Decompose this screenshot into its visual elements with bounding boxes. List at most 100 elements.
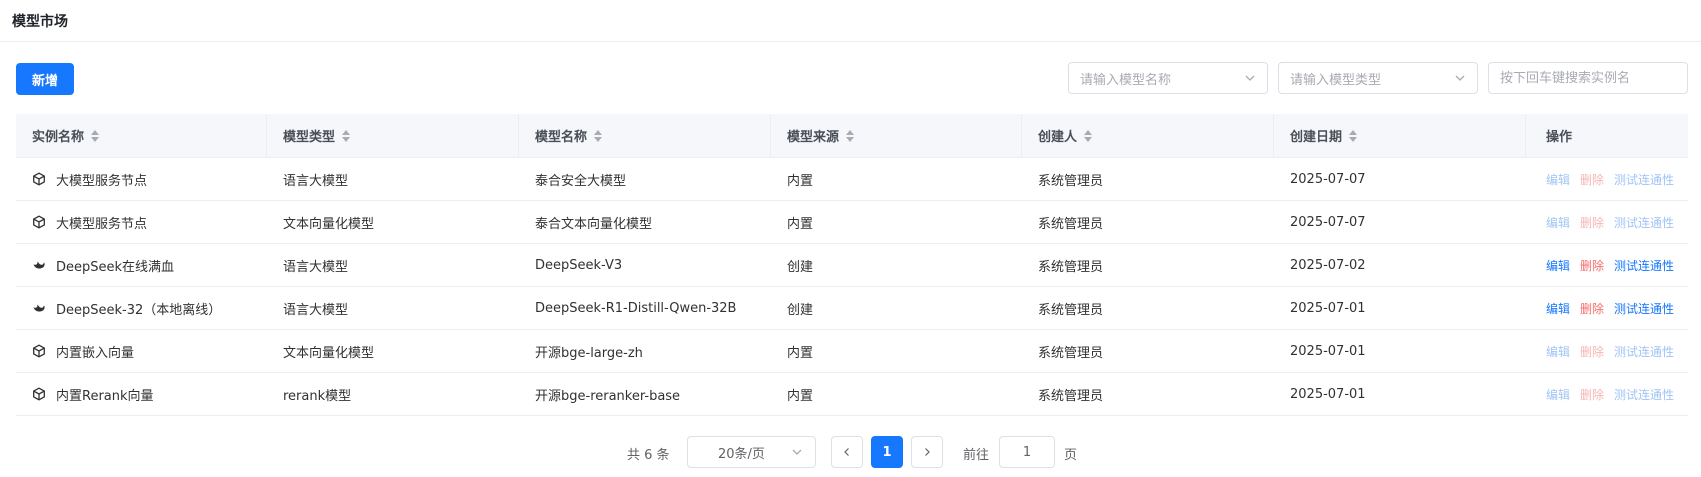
cell-source: 内置 [787, 173, 814, 189]
cell-actions: 编辑 删除 测试连通性 [1526, 201, 1688, 243]
model-name-select-placeholder: 请输入模型名称 [1080, 72, 1172, 88]
cell-creator: 系统管理员 [1038, 259, 1104, 275]
column-header-instance[interactable]: 实例名称 [16, 114, 267, 157]
cell-type: 语言大模型 [283, 302, 349, 318]
delete-link[interactable]: 删除 [1580, 300, 1604, 317]
chevron-down-icon [1455, 75, 1465, 81]
cell-type: 语言大模型 [283, 173, 349, 189]
prev-page-button[interactable] [831, 436, 863, 468]
table-row: 大模型服务节点 文本向量化模型 泰合文本向量化模型 内置 系统管理员 2025-… [16, 201, 1688, 244]
cell-date: 2025-07-07 [1290, 214, 1366, 230]
cube-icon [32, 172, 56, 186]
column-header-type[interactable]: 模型类型 [267, 114, 519, 157]
cell-date: 2025-07-01 [1290, 386, 1366, 402]
test-connectivity-link[interactable]: 测试连通性 [1614, 300, 1674, 317]
cell-model: DeepSeek-R1-Distill-Qwen-32B [535, 300, 737, 316]
table-body: 大模型服务节点 语言大模型 泰合安全大模型 内置 系统管理员 2025-07-0… [16, 158, 1688, 416]
test-connectivity-link[interactable]: 测试连通性 [1614, 214, 1674, 231]
sort-icon[interactable] [846, 129, 855, 142]
cell-instance: DeepSeek在线满血 [16, 244, 267, 286]
cell-model: 泰合文本向量化模型 [535, 216, 653, 232]
chevron-left-icon [844, 448, 849, 456]
page-number-button[interactable]: 1 [871, 436, 903, 468]
deepseek-whale-icon [32, 258, 56, 272]
test-connectivity-link[interactable]: 测试连通性 [1614, 257, 1674, 274]
cell-creator: 系统管理员 [1038, 173, 1104, 189]
test-connectivity-link[interactable]: 测试连通性 [1614, 343, 1674, 360]
delete-link[interactable]: 删除 [1580, 171, 1604, 188]
cell-date: 2025-07-01 [1290, 300, 1366, 316]
column-header-creator[interactable]: 创建人 [1022, 114, 1274, 157]
page-size-value: 20条/页 [718, 446, 765, 462]
goto-page-input[interactable] [999, 436, 1055, 468]
table-row: DeepSeek在线满血 语言大模型 DeepSeek-V3 创建 系统管理员 … [16, 244, 1688, 287]
chevron-down-icon [1245, 75, 1255, 81]
cell-date: 2025-07-07 [1290, 171, 1366, 187]
cube-icon [32, 344, 56, 358]
table-header: 实例名称 模型类型 模型名称 模型来源 创建人 创建日期 操作 [16, 114, 1688, 158]
cell-instance: 内置嵌入向量 [16, 330, 267, 372]
cell-creator: 系统管理员 [1038, 302, 1104, 318]
edit-link[interactable]: 编辑 [1546, 171, 1570, 188]
edit-link[interactable]: 编辑 [1546, 214, 1570, 231]
edit-link[interactable]: 编辑 [1546, 343, 1570, 360]
add-button[interactable]: 新增 [16, 63, 74, 95]
cell-model: 开源bge-large-zh [535, 345, 643, 361]
column-header-source[interactable]: 模型来源 [771, 114, 1022, 157]
cell-instance: 内置Rerank向量 [16, 373, 267, 415]
cell-instance: 大模型服务节点 [16, 201, 267, 243]
cell-instance: DeepSeek-32（本地离线） [16, 287, 267, 329]
cell-actions: 编辑 删除 测试连通性 [1526, 244, 1688, 286]
edit-link[interactable]: 编辑 [1546, 386, 1570, 403]
sort-icon[interactable] [594, 129, 603, 142]
test-connectivity-link[interactable]: 测试连通性 [1614, 171, 1674, 188]
model-type-select-placeholder: 请输入模型类型 [1290, 72, 1382, 88]
cell-actions: 编辑 删除 测试连通性 [1526, 287, 1688, 329]
cell-type: 文本向量化模型 [283, 345, 375, 361]
delete-link[interactable]: 删除 [1580, 257, 1604, 274]
cube-icon [32, 215, 56, 229]
goto-label: 前往 [963, 448, 990, 463]
pagination: 共 6 条 20条/页 1 前往 页 [0, 436, 1701, 468]
model-table: 实例名称 模型类型 模型名称 模型来源 创建人 创建日期 操作 大模型服务节点 … [16, 114, 1688, 416]
cell-actions: 编辑 删除 测试连通性 [1526, 330, 1688, 372]
sort-icon[interactable] [1084, 129, 1093, 142]
page-title: 模型市场 [12, 13, 68, 30]
total-count: 共 6 条 [627, 448, 670, 463]
edit-link[interactable]: 编辑 [1546, 257, 1570, 274]
test-connectivity-link[interactable]: 测试连通性 [1614, 386, 1674, 403]
page-size-select[interactable]: 20条/页 [687, 436, 816, 468]
cell-source: 创建 [787, 302, 814, 318]
column-header-date[interactable]: 创建日期 [1274, 114, 1526, 157]
cell-type: 语言大模型 [283, 259, 349, 275]
chevron-right-icon [925, 448, 930, 456]
model-type-select[interactable]: 请输入模型类型 [1278, 62, 1478, 94]
cell-creator: 系统管理员 [1038, 388, 1104, 404]
cell-instance: 大模型服务节点 [16, 158, 267, 200]
instance-search-input[interactable] [1488, 62, 1688, 94]
cell-model: 开源bge-reranker-base [535, 388, 681, 404]
cell-creator: 系统管理员 [1038, 345, 1104, 361]
table-row: 内置嵌入向量 文本向量化模型 开源bge-large-zh 内置 系统管理员 2… [16, 330, 1688, 373]
delete-link[interactable]: 删除 [1580, 343, 1604, 360]
cell-actions: 编辑 删除 测试连通性 [1526, 373, 1688, 415]
cell-type: rerank模型 [283, 388, 352, 404]
cell-date: 2025-07-01 [1290, 343, 1366, 359]
sort-icon[interactable] [342, 129, 351, 142]
table-row: DeepSeek-32（本地离线） 语言大模型 DeepSeek-R1-Dist… [16, 287, 1688, 330]
delete-link[interactable]: 删除 [1580, 214, 1604, 231]
table-row: 大模型服务节点 语言大模型 泰合安全大模型 内置 系统管理员 2025-07-0… [16, 158, 1688, 201]
cell-actions: 编辑 删除 测试连通性 [1526, 158, 1688, 200]
page-unit-label: 页 [1064, 448, 1078, 463]
cell-source: 内置 [787, 216, 814, 232]
cell-source: 内置 [787, 345, 814, 361]
column-header-actions: 操作 [1546, 130, 1573, 145]
sort-icon[interactable] [91, 129, 100, 142]
delete-link[interactable]: 删除 [1580, 386, 1604, 403]
model-name-select[interactable]: 请输入模型名称 [1068, 62, 1268, 94]
edit-link[interactable]: 编辑 [1546, 300, 1570, 317]
next-page-button[interactable] [911, 436, 943, 468]
cube-icon [32, 387, 56, 401]
column-header-model[interactable]: 模型名称 [519, 114, 771, 157]
sort-icon[interactable] [1349, 129, 1358, 142]
